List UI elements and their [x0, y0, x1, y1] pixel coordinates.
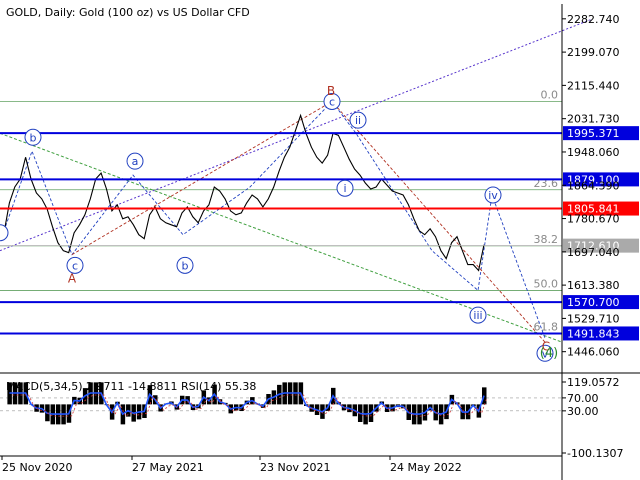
- price-tick-label: 1780.670: [567, 213, 620, 226]
- indicator-tick-label: 70.00: [567, 392, 599, 405]
- price-level-value: 1570.700: [567, 296, 620, 309]
- price-tick-label: 1697.040: [567, 246, 620, 259]
- price-level-value: 1995.371: [567, 127, 620, 140]
- price-tick-label: 1529.710: [567, 312, 620, 325]
- correction-label: (4): [540, 346, 558, 361]
- price-tick-label: 2282.740: [567, 13, 620, 26]
- wave-label: i: [343, 182, 346, 195]
- wave-label: iii: [473, 309, 482, 322]
- wave-label: a: [132, 155, 139, 168]
- chart-title: GOLD, Daily: Gold (100 oz) vs US Dollar …: [6, 6, 250, 19]
- price-tick-label: 1864.390: [567, 179, 620, 192]
- wave-label: b: [30, 131, 37, 144]
- price-chart: 0.023.638.250.061.8 1995.3711879.1001805…: [0, 0, 640, 480]
- indicator-tick-label: 30.00: [567, 405, 599, 418]
- time-tick-label: 23 Nov 2021: [260, 461, 330, 474]
- indicator-tick-label: -100.1307: [567, 447, 623, 460]
- indicator-tick-label: 119.0572: [567, 376, 620, 389]
- wave-label: ii: [355, 114, 361, 127]
- price-tick-label: 2199.070: [567, 46, 620, 59]
- time-tick-label: 24 May 2022: [390, 461, 462, 474]
- fib-level-label: 38.2: [534, 233, 559, 246]
- fib-level-label: 50.0: [534, 277, 559, 290]
- price-tick-label: 2031.730: [567, 113, 620, 126]
- price-tick-label: 1446.060: [567, 346, 620, 359]
- price-level-value: 1491.843: [567, 327, 620, 340]
- wave-label: iv: [488, 189, 498, 202]
- fib-level-label: 0.0: [541, 88, 559, 101]
- fib-level-label: 61.8: [534, 320, 559, 333]
- wave-degree-label: B: [327, 84, 335, 98]
- indicator-title: MACD(5,34,5) 2.9711 -14.8811 RSI(14) 55.…: [6, 380, 256, 393]
- price-tick-label: 1948.060: [567, 146, 620, 159]
- wave-label: b: [182, 259, 189, 272]
- chart-window: 0.0 23.6 38.2 50.0 61.8 1995.371 1879.100 1805…: [0, 0, 640, 480]
- price-tick-label: 1613.380: [567, 279, 620, 292]
- wave-degree-label: A: [68, 271, 77, 285]
- time-tick-label: 27 May 2021: [132, 461, 204, 474]
- time-tick-label: 25 Nov 2020: [2, 461, 72, 474]
- price-tick-label: 2115.440: [567, 79, 620, 92]
